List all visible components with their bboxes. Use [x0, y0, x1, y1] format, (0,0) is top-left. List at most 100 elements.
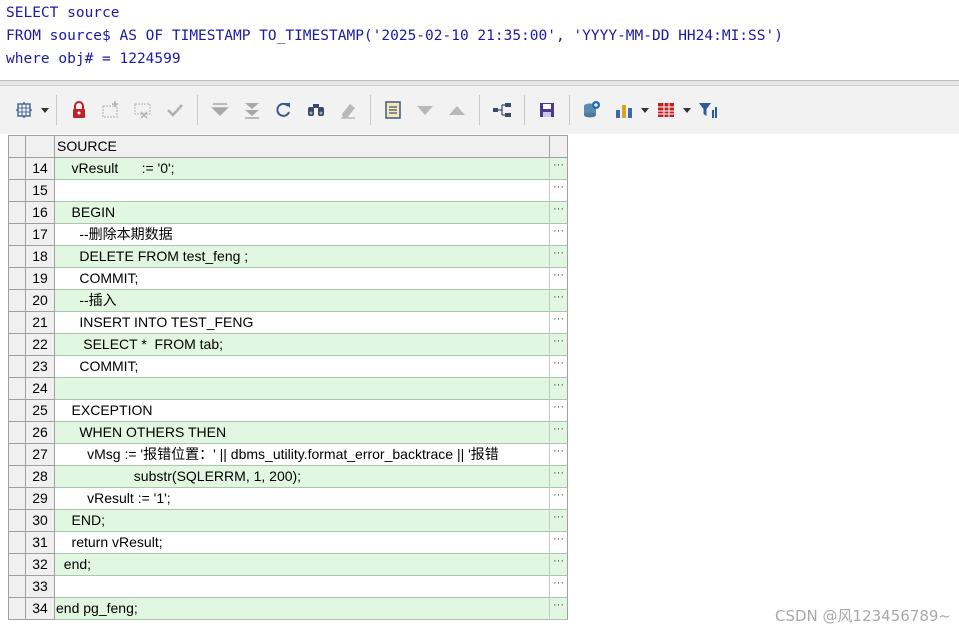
chevron-down-icon[interactable]: [682, 96, 692, 124]
source-cell[interactable]: vResult := '1';: [55, 488, 550, 510]
table-row[interactable]: 17 --删除本期数据 ···: [9, 224, 568, 246]
source-cell[interactable]: BEGIN: [55, 202, 550, 224]
table-row[interactable]: 21 INSERT INTO TEST_FENG ···: [9, 312, 568, 334]
export-icon[interactable]: [578, 96, 606, 124]
cell-edit-button[interactable]: ···: [550, 422, 568, 444]
table-row[interactable]: 29 vResult := '1'; ···: [9, 488, 568, 510]
table-row[interactable]: 28 substr(SQLERRM, 1, 200); ···: [9, 466, 568, 488]
query-tree-icon[interactable]: [488, 96, 516, 124]
table-row[interactable]: 34 end pg_feng; ···: [9, 598, 568, 620]
insert-record-icon[interactable]: [97, 96, 125, 124]
refresh-icon[interactable]: [270, 96, 298, 124]
cell-edit-button[interactable]: ···: [550, 356, 568, 378]
row-indicator[interactable]: [9, 268, 26, 290]
row-indicator[interactable]: [9, 224, 26, 246]
lock-icon[interactable]: [65, 96, 93, 124]
row-indicator[interactable]: [9, 180, 26, 202]
source-cell[interactable]: WHEN OTHERS THEN: [55, 422, 550, 444]
source-cell[interactable]: end pg_feng;: [55, 598, 550, 620]
row-indicator[interactable]: [9, 312, 26, 334]
row-indicator[interactable]: [9, 400, 26, 422]
row-indicator[interactable]: [9, 290, 26, 312]
source-cell[interactable]: [55, 576, 550, 598]
source-cell[interactable]: [55, 180, 550, 202]
clear-icon[interactable]: [334, 96, 362, 124]
table-row[interactable]: 22 SELECT * FROM tab; ···: [9, 334, 568, 356]
source-cell[interactable]: vResult := '0';: [55, 158, 550, 180]
source-cell[interactable]: --插入: [55, 290, 550, 312]
row-indicator[interactable]: [9, 356, 26, 378]
next-page-icon[interactable]: [411, 96, 439, 124]
table-row[interactable]: 19 COMMIT; ···: [9, 268, 568, 290]
row-indicator[interactable]: [9, 598, 26, 620]
previous-page-icon[interactable]: [443, 96, 471, 124]
row-indicator[interactable]: [9, 510, 26, 532]
source-cell[interactable]: INSERT INTO TEST_FENG: [55, 312, 550, 334]
source-cell[interactable]: COMMIT;: [55, 268, 550, 290]
table-row[interactable]: 20 --插入 ···: [9, 290, 568, 312]
row-indicator[interactable]: [9, 246, 26, 268]
cell-edit-button[interactable]: ···: [550, 290, 568, 312]
table-row[interactable]: 32 end; ···: [9, 554, 568, 576]
chevron-down-icon[interactable]: [640, 96, 650, 124]
row-indicator[interactable]: [9, 444, 26, 466]
sql-editor[interactable]: SELECT source FROM source$ AS OF TIMESTA…: [0, 0, 959, 80]
table-row[interactable]: 31 return vResult; ···: [9, 532, 568, 554]
cell-edit-button[interactable]: ···: [550, 488, 568, 510]
row-indicator[interactable]: [9, 466, 26, 488]
source-cell[interactable]: [55, 378, 550, 400]
source-cell[interactable]: COMMIT;: [55, 356, 550, 378]
last-record-icon[interactable]: [238, 96, 266, 124]
source-cell[interactable]: substr(SQLERRM, 1, 200);: [55, 466, 550, 488]
row-indicator[interactable]: [9, 532, 26, 554]
cell-edit-button[interactable]: ···: [550, 510, 568, 532]
cell-edit-button[interactable]: ···: [550, 378, 568, 400]
row-indicator[interactable]: [9, 158, 26, 180]
cell-edit-button[interactable]: ···: [550, 268, 568, 290]
table-row[interactable]: 30 END; ···: [9, 510, 568, 532]
row-indicator[interactable]: [9, 202, 26, 224]
table-row[interactable]: 16 BEGIN ···: [9, 202, 568, 224]
source-cell[interactable]: vMsg := '报错位置：' || dbms_utility.format_e…: [55, 444, 550, 466]
row-indicator[interactable]: [9, 554, 26, 576]
table-row[interactable]: 25 EXCEPTION ···: [9, 400, 568, 422]
source-cell[interactable]: EXCEPTION: [55, 400, 550, 422]
cell-edit-button[interactable]: ···: [550, 554, 568, 576]
cell-edit-button[interactable]: ···: [550, 334, 568, 356]
row-indicator[interactable]: [9, 378, 26, 400]
row-indicator[interactable]: [9, 576, 26, 598]
cell-edit-button[interactable]: ···: [550, 312, 568, 334]
grid-corner[interactable]: [9, 136, 26, 158]
find-icon[interactable]: [302, 96, 330, 124]
source-cell[interactable]: END;: [55, 510, 550, 532]
row-indicator[interactable]: [9, 488, 26, 510]
cell-edit-button[interactable]: ···: [550, 224, 568, 246]
cell-edit-button[interactable]: ···: [550, 598, 568, 620]
cell-edit-button[interactable]: ···: [550, 400, 568, 422]
table-row[interactable]: 18 DELETE FROM test_feng ; ···: [9, 246, 568, 268]
cell-edit-button[interactable]: ···: [550, 444, 568, 466]
cell-edit-button[interactable]: ···: [550, 202, 568, 224]
table-row[interactable]: 24 ···: [9, 378, 568, 400]
row-indicator[interactable]: [9, 422, 26, 444]
column-header-source[interactable]: SOURCE: [55, 136, 550, 158]
source-cell[interactable]: --删除本期数据: [55, 224, 550, 246]
single-record-view-icon[interactable]: [379, 96, 407, 124]
row-indicator[interactable]: [9, 334, 26, 356]
table-row[interactable]: 26 WHEN OTHERS THEN ···: [9, 422, 568, 444]
delete-record-icon[interactable]: [129, 96, 157, 124]
cell-edit-button[interactable]: ···: [550, 576, 568, 598]
cell-edit-button[interactable]: ···: [550, 466, 568, 488]
source-cell[interactable]: SELECT * FROM tab;: [55, 334, 550, 356]
table-row[interactable]: 33 ···: [9, 576, 568, 598]
save-icon[interactable]: [533, 96, 561, 124]
table-row[interactable]: 23 COMMIT; ···: [9, 356, 568, 378]
source-cell[interactable]: DELETE FROM test_feng ;: [55, 246, 550, 268]
post-changes-icon[interactable]: [161, 96, 189, 124]
source-cell[interactable]: end;: [55, 554, 550, 576]
table-row[interactable]: 27 vMsg := '报错位置：' || dbms_utility.forma…: [9, 444, 568, 466]
chart-icon[interactable]: [610, 96, 638, 124]
cell-edit-button[interactable]: ···: [550, 180, 568, 202]
first-record-icon[interactable]: [206, 96, 234, 124]
chevron-down-icon[interactable]: [40, 96, 50, 124]
